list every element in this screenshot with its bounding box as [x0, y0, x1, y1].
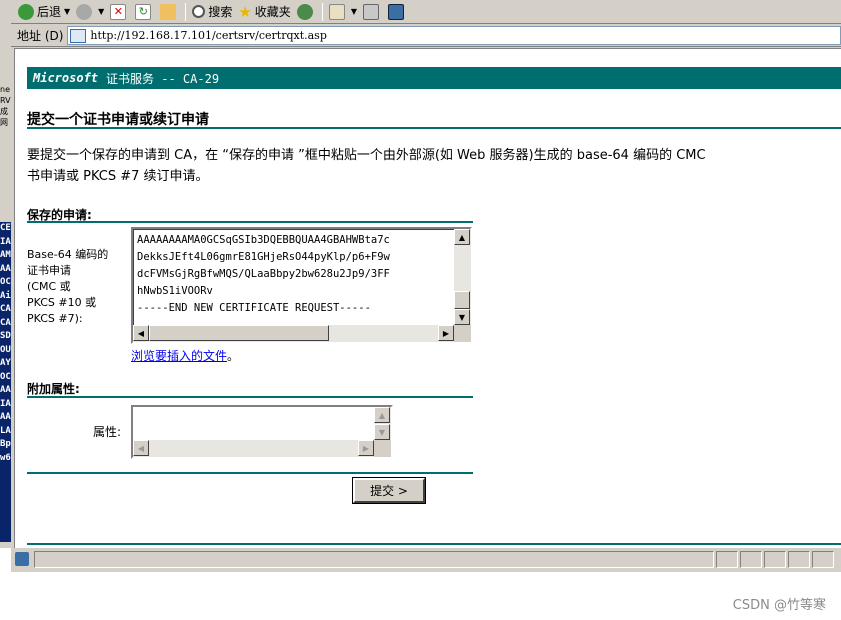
page-header-bar: Microsoft 证书服务 -- CA-29 [27, 67, 841, 89]
search-button[interactable]: 搜索 [189, 2, 235, 22]
scroll-down-button[interactable]: ▼ [454, 309, 470, 325]
attributes-textarea[interactable]: ▲ ▼ ◀ ▶ [131, 405, 393, 459]
background-window-strip: ne RV 成 网 CE IA AM AA OC Ai CA CA SD OU … [0, 0, 11, 548]
star-icon: ★ [238, 2, 252, 21]
submit-button[interactable]: 提交 > [352, 477, 426, 504]
refresh-button[interactable]: ↻ [132, 2, 157, 22]
address-bar: 地址 (D) http://192.168.17.101/certsrv/cer… [11, 25, 841, 47]
background-window-code-panel: CE IA AM AA OC Ai CA CA SD OU AY OC AA I… [0, 222, 11, 542]
browse-file-text: 浏览要插入的文件。 [131, 349, 240, 363]
scroll-up-button[interactable]: ▲ [454, 229, 470, 245]
favorites-button[interactable]: ★ 收藏夹 [235, 2, 293, 22]
background-window-text: ne RV 成 网 [0, 85, 11, 127]
scroll-right-button[interactable]: ▶ [438, 325, 454, 341]
attributes-text[interactable] [133, 407, 374, 440]
back-arrow-icon [18, 3, 34, 20]
saved-request-textarea[interactable]: AAAAAAAAMA0GCSqGSIb3DQEBBQUAA4GBAHWBta7c… [131, 227, 472, 344]
vertical-scrollbar[interactable]: ▲ ▼ [374, 407, 391, 440]
scroll-down-button[interactable]: ▼ [374, 424, 390, 440]
scroll-thumb[interactable] [149, 325, 329, 341]
status-pane [716, 550, 738, 568]
favorites-label: 收藏夹 [254, 5, 291, 19]
back-label: 后退 [37, 5, 62, 19]
attributes-divider [27, 396, 473, 398]
forward-arrow-icon [76, 3, 93, 20]
service-name: 证书服务 -- CA-29 [106, 71, 220, 86]
chevron-down-icon: ▼ [98, 7, 105, 16]
search-label: 搜索 [208, 5, 233, 19]
submit-divider [27, 472, 473, 474]
title-divider [27, 127, 841, 129]
scroll-left-button[interactable]: ◀ [133, 325, 149, 341]
status-pane [764, 550, 786, 568]
page-title: 提交一个证书申请或续订申请 [27, 112, 209, 128]
vertical-scrollbar[interactable]: ▲ ▼ [454, 229, 471, 325]
mail-icon [328, 3, 345, 20]
brand-name: Microsoft [33, 71, 99, 85]
status-pane [812, 550, 834, 568]
watermark-text: CSDN @竹等寒 [732, 598, 826, 613]
address-label: 地址 (D) [17, 29, 64, 43]
home-button[interactable] [157, 2, 182, 22]
browser-toolbar: 后退 ▼ ▼ ✕ ↻ 搜索 ★ 收藏夹 ▼ [11, 0, 841, 24]
horizontal-scrollbar[interactable]: ◀ ▶ [133, 440, 374, 457]
toolbar-separator [321, 2, 323, 21]
printer-icon [362, 3, 379, 20]
scroll-left-button[interactable]: ◀ [133, 440, 149, 456]
request-field-label: Base-64 编码的 证书申请 (CMC 或 PKCS #10 或 PKCS … [27, 248, 109, 325]
browse-file-link[interactable]: 浏览要插入的文件 [131, 349, 227, 363]
intro-text-line1: 要提交一个保存的申请到 CA，在 “保存的申请 ”框中粘贴一个由外部源(如 We… [27, 148, 706, 163]
intro-text-line2: 书申请或 PKCS #7 续订申请。 [27, 169, 209, 184]
footer-divider [27, 543, 841, 545]
status-bar [11, 549, 841, 569]
scrollbar-corner [374, 440, 391, 457]
attributes-label: 属性: [93, 425, 122, 439]
history-icon [296, 3, 313, 20]
page-icon [70, 28, 87, 43]
horizontal-scrollbar[interactable]: ◀ ▶ [133, 325, 454, 342]
back-button[interactable]: 后退 ▼ [15, 2, 73, 22]
search-icon [192, 5, 206, 18]
stop-button[interactable]: ✕ [107, 2, 132, 22]
chevron-down-icon: ▼ [64, 7, 71, 16]
status-pane [740, 550, 762, 568]
history-button[interactable] [294, 2, 319, 22]
chevron-down-icon: ▼ [350, 7, 357, 16]
stop-icon: ✕ [110, 3, 127, 20]
page-viewport: Microsoft 证书服务 -- CA-29 提交一个证书申请或续订申请 要提… [14, 48, 841, 548]
saved-request-divider [27, 221, 473, 223]
edit-page-icon [387, 3, 404, 20]
scroll-thumb[interactable] [454, 291, 470, 309]
forward-button[interactable]: ▼ [73, 2, 107, 22]
mail-button[interactable]: ▼ [326, 2, 360, 22]
browser-window: 后退 ▼ ▼ ✕ ↻ 搜索 ★ 收藏夹 ▼ 地址 (D) http://192.… [11, 0, 841, 572]
refresh-icon: ↻ [135, 3, 152, 20]
print-button[interactable] [360, 2, 385, 22]
scrollbar-corner [454, 325, 471, 342]
page-status-icon [15, 552, 29, 566]
status-text-pane [34, 550, 714, 568]
status-pane [788, 550, 810, 568]
edit-button[interactable] [385, 2, 410, 22]
home-icon [160, 3, 177, 20]
address-url: http://192.168.17.101/certsrv/certrqxt.a… [90, 29, 327, 42]
toolbar-separator [185, 2, 187, 21]
additional-attributes-heading: 附加属性: [27, 382, 80, 396]
scroll-up-button[interactable]: ▲ [374, 407, 390, 423]
scroll-right-button[interactable]: ▶ [358, 440, 374, 456]
request-text[interactable]: AAAAAAAAMA0GCSqGSIb3DQEBBQUAA4GBAHWBta7c… [133, 229, 454, 325]
address-input[interactable]: http://192.168.17.101/certsrv/certrqxt.a… [67, 26, 841, 45]
